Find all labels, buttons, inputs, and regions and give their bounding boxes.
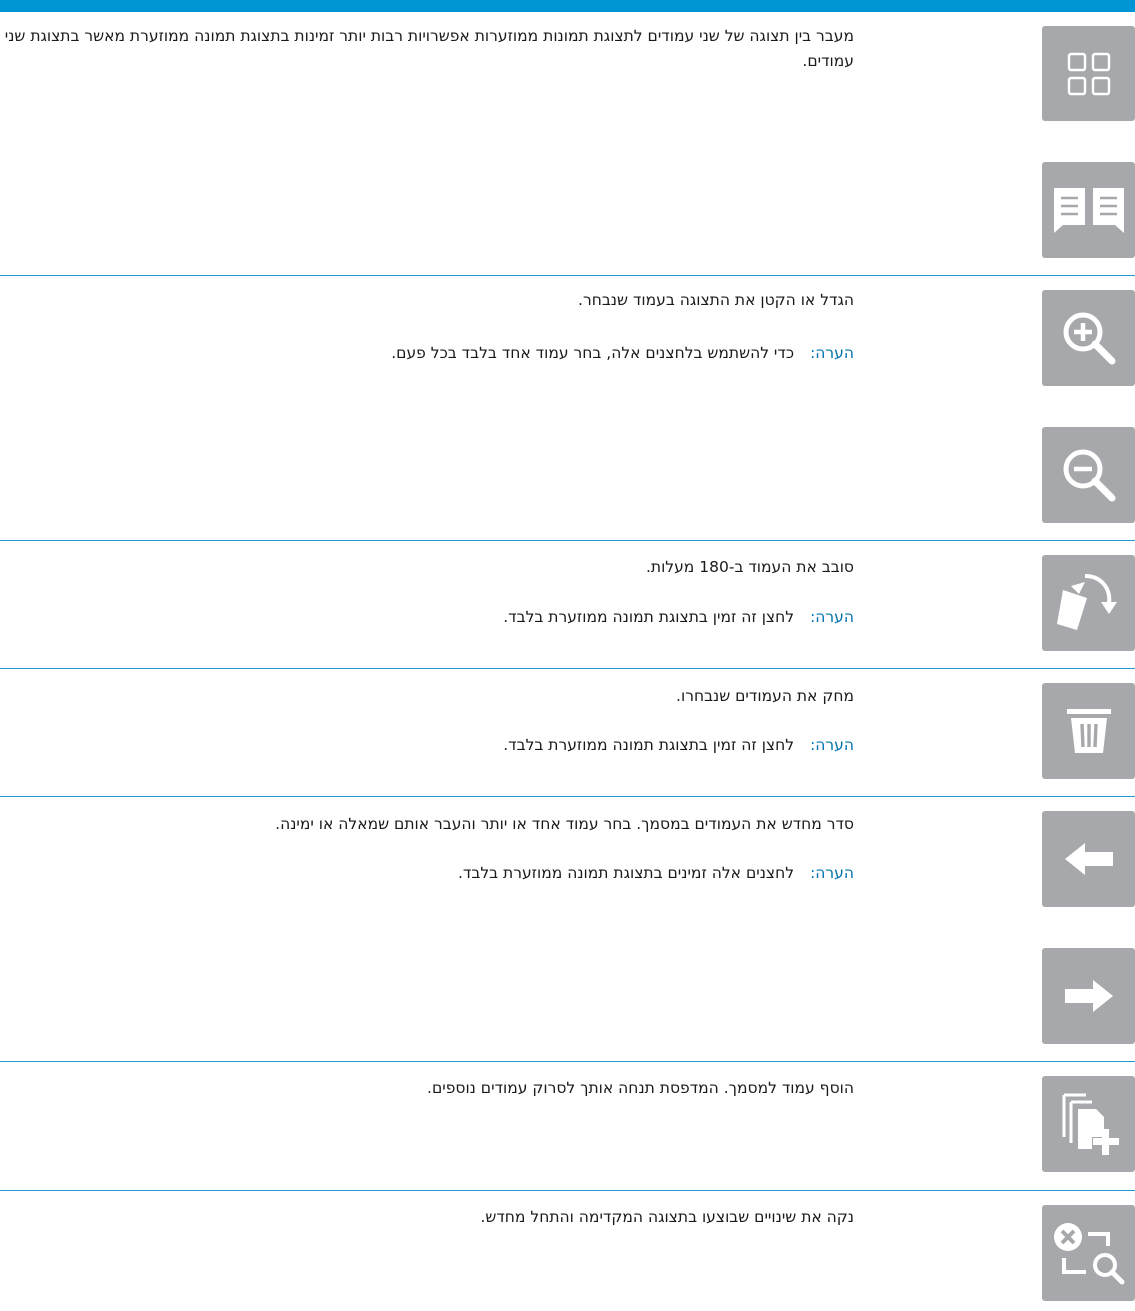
thumbnail-grid-icon — [1067, 52, 1110, 95]
note-text: לחצן זה זמין בתצוגת תמונה ממוזערת בלבד. — [503, 608, 795, 626]
top-accent-bar — [0, 0, 1135, 12]
description-add-page: הוסף עמוד למסמך. המדפסת תנחה אותך לסרוק … — [427, 1079, 854, 1097]
row-separator — [0, 275, 1135, 276]
description-rotate: סובב את העמוד ב-180 מעלות. — [645, 558, 854, 576]
note-label: הערה: — [810, 864, 854, 882]
add-page-button[interactable] — [1042, 1076, 1135, 1172]
two-page-view-button[interactable] — [1042, 162, 1135, 258]
reset-preview-icon — [1053, 1223, 1124, 1285]
rotate-page-button[interactable] — [1042, 555, 1135, 651]
row-separator — [0, 1061, 1135, 1062]
description-zoom: הגדל או הקטן את התצוגה בעמוד שנבחר. — [578, 291, 854, 309]
note-label: הערה: — [810, 736, 854, 754]
row-separator — [0, 540, 1135, 541]
row-separator — [0, 1190, 1135, 1191]
move-right-button[interactable] — [1042, 948, 1135, 1044]
note-rotate: הערה: לחצן זה זמין בתצוגת תמונה ממוזערת ב… — [503, 606, 854, 628]
delete-button[interactable] — [1042, 683, 1135, 779]
zoom-out-icon — [1063, 449, 1115, 502]
description-delete: מחק את העמודים שנבחרו. — [676, 687, 854, 705]
trash-icon — [1066, 709, 1111, 753]
note-label: הערה: — [810, 344, 854, 362]
zoom-in-icon — [1063, 312, 1115, 365]
note-zoom: הערה: כדי להשתמש בלחצנים אלה, בחר עמוד אח… — [391, 342, 854, 364]
row-separator — [0, 796, 1135, 797]
arrow-left-icon — [1064, 843, 1113, 875]
zoom-in-button[interactable] — [1042, 290, 1135, 386]
note-delete: הערה: לחצן זה זמין בתצוגת תמונה ממוזערת ב… — [503, 734, 854, 756]
two-page-view-icon — [1053, 188, 1124, 233]
arrow-right-icon — [1064, 980, 1113, 1012]
note-text: לחצנים אלה זמינים בתצוגת תמונה ממוזערת ב… — [457, 864, 795, 882]
description-view-toggle: מעבר בין תצוגה של שני עמודים לתצוגת תמונ… — [4, 27, 854, 70]
reset-preview-button[interactable] — [1042, 1205, 1135, 1301]
row-separator — [0, 668, 1135, 669]
zoom-out-button[interactable] — [1042, 427, 1135, 523]
note-label: הערה: — [810, 608, 854, 626]
note-text: כדי להשתמש בלחצנים אלה, בחר עמוד אחד בלב… — [391, 344, 795, 362]
thumbnail-view-button[interactable] — [1042, 26, 1135, 121]
add-page-icon — [1062, 1093, 1119, 1155]
description-reset: נקה את שינויים שבוצעו בתצוגה המקדימה והת… — [480, 1208, 854, 1226]
note-reorder: הערה: לחצנים אלה זמינים בתצוגת תמונה ממוז… — [458, 862, 854, 884]
description-reorder: סדר מחדש את העמודים במסמך. בחר עמוד אחד … — [275, 815, 854, 833]
rotate-page-icon — [1056, 574, 1117, 630]
note-text: לחצן זה זמין בתצוגת תמונה ממוזערת בלבד. — [503, 736, 795, 754]
move-left-button[interactable] — [1042, 811, 1135, 907]
